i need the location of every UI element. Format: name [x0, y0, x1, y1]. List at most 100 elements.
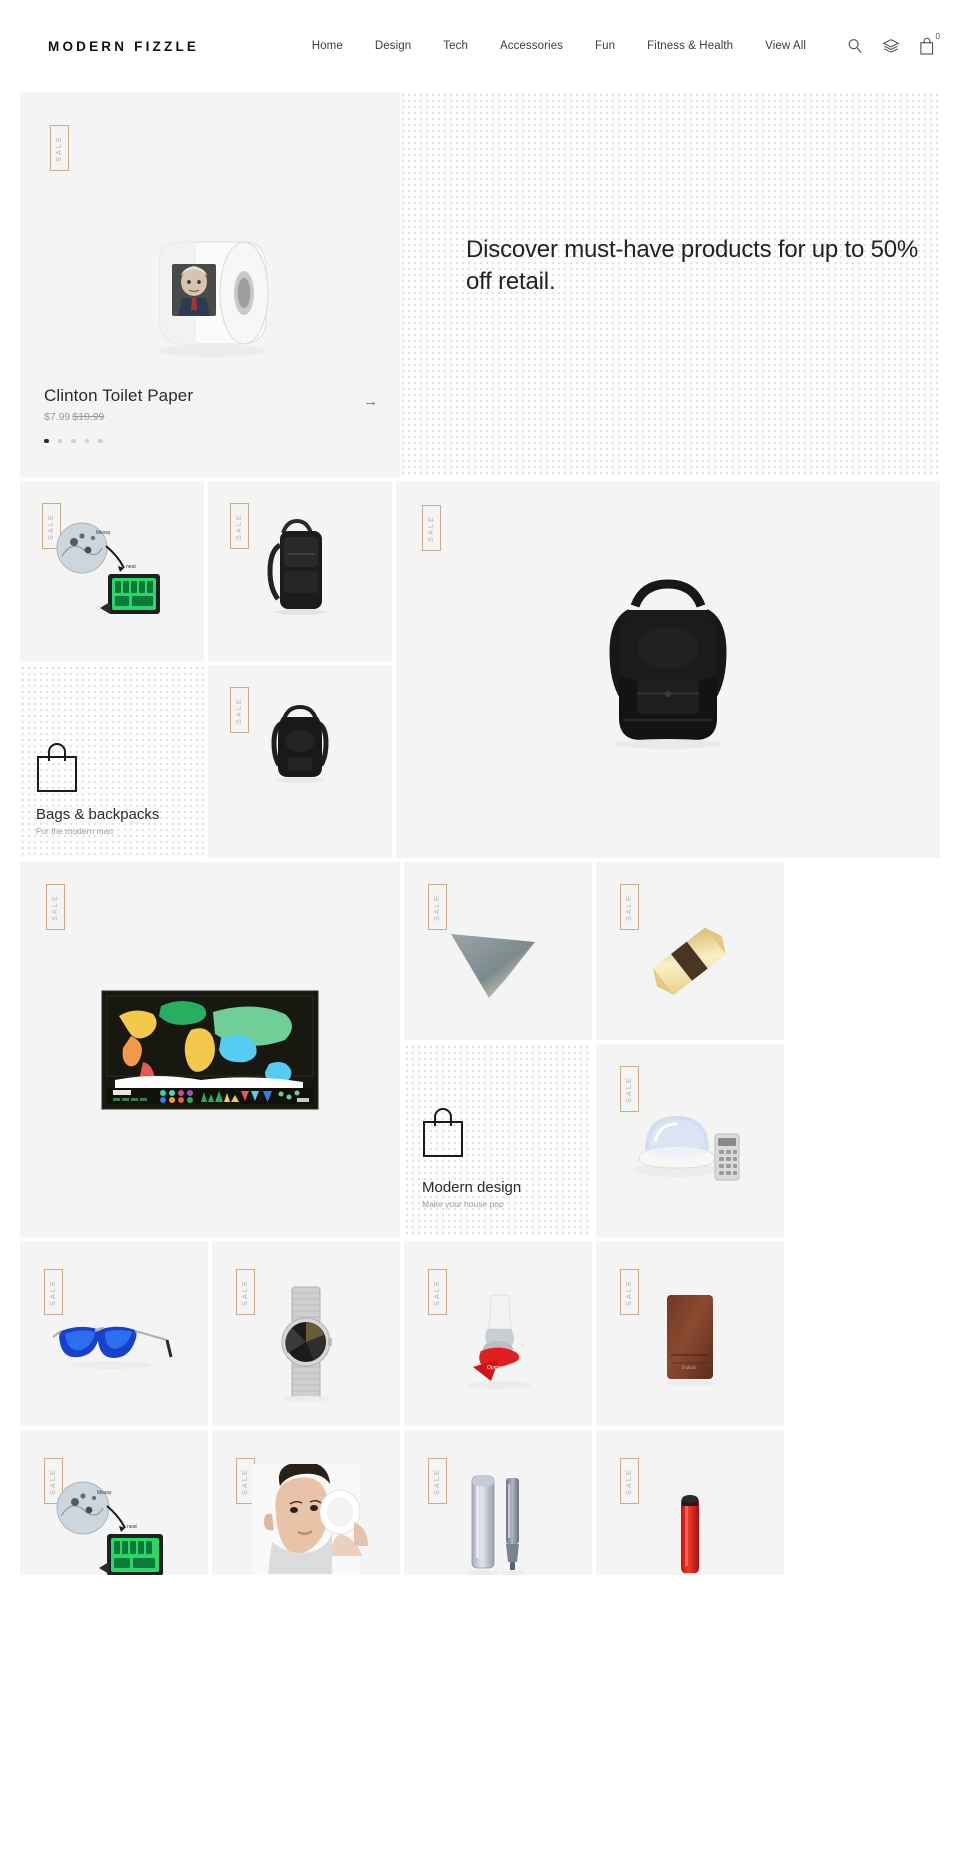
sale-badge: SALE [230, 687, 249, 733]
product-image-brown-leather-wallet: Dubois [666, 1295, 714, 1386]
sale-badge-label: SALE [428, 514, 436, 542]
product-row-more: SALE Messy neat SALE SALE SALE [20, 1430, 940, 1575]
sale-badge-label: SALE [626, 1278, 634, 1306]
shopping-bag-icon [37, 743, 77, 792]
hero-product-info: Clinton Toilet Paper $7.99 $10.99 [44, 386, 193, 443]
product-image-small-black-backpack [271, 704, 329, 783]
shopping-bag-icon [423, 1108, 463, 1157]
sale-badge: SALE [230, 503, 249, 549]
header-icons: 0 [846, 33, 940, 56]
product-image-red-lipstick-case [676, 1495, 704, 1575]
nav-item-design[interactable]: Design [359, 40, 427, 52]
product-tile-red-bottle-opener[interactable]: SALE Opener [404, 1241, 592, 1426]
product-image-silver-mesh-wrist-watch [281, 1286, 332, 1402]
product-image-scratch-off-world-map [101, 990, 319, 1110]
product-image-clinton-toilet-paper [158, 241, 269, 357]
sale-badge: SALE [422, 505, 441, 551]
product-image-red-bottle-opener: Opener [467, 1294, 531, 1389]
promo-subtitle: Make your house pop [422, 1199, 504, 1209]
hero-headline: Discover must-have products for up to 50… [466, 236, 919, 295]
sale-badge: SALE [620, 1458, 639, 1504]
product-tile-travel-organizer-set[interactable]: SALE Messy neat [20, 481, 204, 661]
sale-badge-label: SALE [434, 893, 442, 921]
nav-item-accessories[interactable]: Accessories [484, 40, 579, 52]
nav-item-home[interactable]: Home [296, 40, 359, 52]
sale-badge: SALE [620, 1269, 639, 1315]
sale-badge: SALE [46, 884, 65, 930]
search-icon[interactable] [846, 37, 864, 55]
product-row-accessories: SALE SALE SALE Opener SALE Dubois [20, 1241, 940, 1426]
shopping-bag-icon[interactable]: 0 [918, 33, 940, 56]
svg-text:Dubois: Dubois [682, 1366, 697, 1371]
nav-item-fitness-health[interactable]: Fitness & Health [631, 40, 749, 52]
nav-item-fun[interactable]: Fun [579, 40, 631, 52]
hero-price-block: $7.99 $10.99 [44, 411, 193, 423]
product-image-travel-organizer-set: Messy neat [56, 522, 160, 614]
product-tile-small-black-backpack[interactable]: SALE [208, 665, 392, 858]
hero-price-current: $7.99 [44, 410, 71, 423]
layers-icon[interactable] [882, 37, 900, 55]
product-tile-silver-mesh-wrist-watch[interactable]: SALE [212, 1241, 400, 1426]
sale-badge-label: SALE [52, 893, 60, 921]
hero-next-arrow[interactable]: → [363, 394, 378, 409]
product-tile-travel-organizer-set-2[interactable]: SALE Messy neat [20, 1430, 208, 1575]
product-image-travel-organizer-set-2: Messy neat [56, 1481, 163, 1575]
sale-badge-label: SALE [236, 512, 244, 540]
product-tile-star-projector-night-light[interactable]: SALE [596, 1044, 784, 1237]
hero-price-compare: $10.99 [72, 410, 105, 423]
carousel-dot-5[interactable] [98, 438, 103, 443]
product-tile-red-lipstick-case[interactable]: SALE [596, 1430, 784, 1575]
svg-text:neat: neat [127, 1524, 137, 1530]
hero-product-slide[interactable]: SALE Clinton Toilet Paper $7.99 $10.99 → [20, 92, 400, 477]
bags-section: SALE Messy neat SALE Bags & backpacks Fo… [20, 481, 940, 858]
promo-text-block: Bags & backpacks For the modern man [36, 806, 159, 836]
product-image-blue-mirror-aviator-sunglasses [52, 1326, 173, 1369]
product-image-black-business-backpack [267, 518, 327, 615]
hero-product-title[interactable]: Clinton Toilet Paper [44, 386, 193, 406]
product-image-triangle-wall-lamp [451, 934, 535, 998]
promo-subtitle: For the modern man [36, 826, 114, 836]
main-navigation: Home Design Tech Accessories Fun Fitness… [296, 33, 940, 56]
nav-item-view-all[interactable]: View All [749, 40, 822, 52]
site-logo[interactable]: MODERN FIZZLE [48, 39, 199, 54]
product-tile-blue-mirror-aviator-sunglasses[interactable]: SALE [20, 1241, 208, 1426]
carousel-dot-3[interactable] [71, 438, 76, 443]
promo-title: Modern design [422, 1179, 522, 1196]
product-image-black-leather-backpack-large [609, 579, 727, 749]
sale-badge-label: SALE [242, 1278, 250, 1306]
product-tile-triangle-wall-lamp[interactable]: SALE [404, 862, 592, 1040]
storefront-page: MODERN FIZZLE Home Design Tech Accessori… [0, 0, 960, 1575]
promo-title: Bags & backpacks [36, 806, 160, 823]
sale-badge-label: SALE [56, 134, 64, 162]
sale-badge-label: SALE [434, 1278, 442, 1306]
sale-badge-label: SALE [626, 893, 634, 921]
svg-text:Opener: Opener [487, 1365, 504, 1371]
hero-section: SALE Clinton Toilet Paper $7.99 $10.99 →… [20, 92, 940, 477]
promo-tile-modern-design[interactable]: Modern design Make your house pop [404, 1044, 592, 1237]
sale-badge: SALE [236, 1269, 255, 1315]
sale-badge-label: SALE [50, 1278, 58, 1306]
site-header: MODERN FIZZLE Home Design Tech Accessori… [0, 0, 960, 92]
product-tile-black-leather-backpack-large[interactable]: SALE [396, 481, 940, 858]
svg-text:Messy: Messy [97, 1490, 112, 1496]
product-tile-pocket-screwdriver-kit[interactable]: SALE [404, 1430, 592, 1575]
product-tile-brown-leather-wallet[interactable]: SALE Dubois [596, 1241, 784, 1426]
sale-badge: SALE [50, 125, 69, 171]
cart-count-badge: 0 [935, 32, 940, 41]
sale-badge-label: SALE [434, 1467, 442, 1495]
sale-badge-label: SALE [626, 1467, 634, 1495]
nav-item-tech[interactable]: Tech [427, 40, 484, 52]
product-image-star-projector-night-light [633, 1116, 740, 1181]
carousel-dot-1[interactable] [44, 438, 49, 443]
product-image-facial-cleansing-brush [252, 1464, 368, 1575]
carousel-dot-4[interactable] [84, 438, 89, 443]
product-tile-gold-diamond-wall-light[interactable]: SALE [596, 862, 784, 1040]
sale-badge: SALE [428, 1458, 447, 1504]
svg-text:Messy: Messy [96, 530, 111, 536]
product-image-gold-diamond-wall-light [652, 927, 726, 995]
product-tile-black-business-backpack[interactable]: SALE [208, 481, 392, 661]
carousel-dot-2[interactable] [57, 438, 62, 443]
product-tile-facial-cleansing-brush[interactable]: SALE [212, 1430, 400, 1575]
promo-tile-bags-backpacks[interactable]: Bags & backpacks For the modern man [20, 665, 204, 858]
product-tile-scratch-off-world-map[interactable]: SALE [20, 862, 400, 1237]
